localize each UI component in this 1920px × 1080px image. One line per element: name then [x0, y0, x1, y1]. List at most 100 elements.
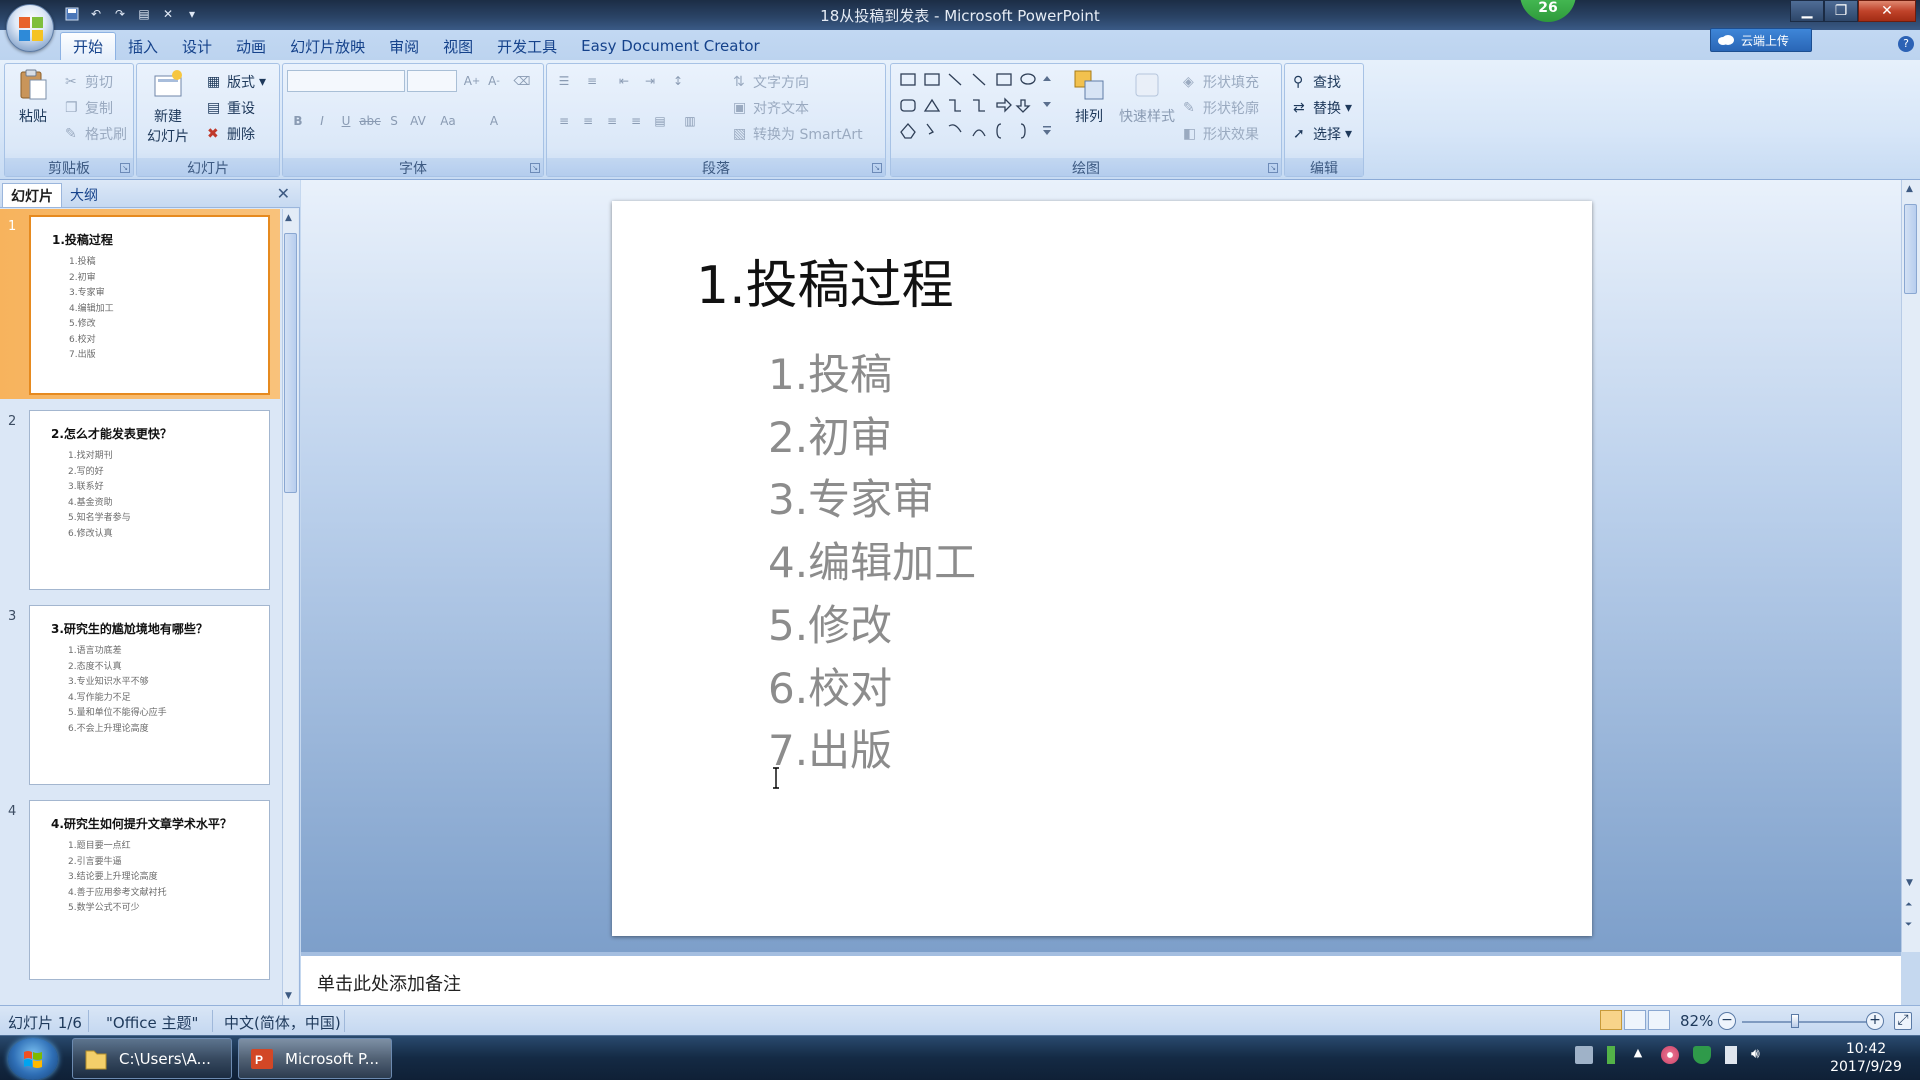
font-color-icon[interactable]: A [483, 110, 505, 132]
shapes-gallery[interactable] [897, 68, 1057, 142]
numbering-icon[interactable]: ≡ [581, 70, 603, 92]
next-slide-icon[interactable]: ⏷ [1905, 920, 1912, 930]
keyboard-icon[interactable] [1575, 1046, 1593, 1064]
smartart-button[interactable]: ▧ 转换为 SmartArt [733, 124, 863, 144]
strikethrough-icon[interactable]: abc [359, 110, 381, 132]
taskbar-clock[interactable]: 10:42 2017/9/29 [1818, 1040, 1914, 1076]
tab-insert[interactable]: 插入 [116, 32, 170, 60]
shadow-icon[interactable]: S [383, 110, 405, 132]
start-button[interactable] [8, 1038, 58, 1080]
align-left-icon[interactable]: ≡ [553, 110, 575, 132]
justify-icon[interactable]: ≡ [625, 110, 647, 132]
power-icon[interactable] [1725, 1046, 1737, 1064]
shrink-font-icon[interactable]: A- [483, 70, 505, 92]
tab-view[interactable]: 视图 [431, 32, 485, 60]
clipboard-launcher-icon[interactable]: ↘ [120, 163, 130, 173]
language-indicator[interactable]: 中文(简体，中国) [224, 1012, 341, 1033]
slide-thumbnail-3[interactable]: 3 3.研究生的尴尬境地有哪些？ 1.语言功底差 2.态度不认真 3.专业知识水… [0, 599, 280, 789]
font-launcher-icon[interactable]: ↘ [530, 163, 540, 173]
office-button[interactable] [6, 4, 54, 52]
slide-thumbnail-4[interactable]: 4 4.研究生如何提升文章学术水平？ 1.题目要一点红 2.引言要牛逼 3.结论… [0, 794, 280, 984]
slideshow-view-icon[interactable] [1648, 1010, 1670, 1030]
previous-slide-icon[interactable]: ⏶ [1905, 900, 1912, 910]
taskbar-powerpoint[interactable]: P Microsoft P... [238, 1038, 392, 1079]
tab-slides[interactable]: 幻灯片 [2, 183, 62, 207]
slide-thumbnail-1[interactable]: 1 1.投稿过程 1.投稿 2.初审 3.专家审 4.编辑加工 5.修改 6.校… [0, 209, 280, 399]
security-shield-icon[interactable] [1693, 1046, 1711, 1064]
notes-pane[interactable]: 单击此处添加备注 [301, 952, 1901, 1005]
fit-to-window-icon[interactable]: ⤢ [1894, 1012, 1912, 1030]
shape-outline-button[interactable]: ✎ 形状轮廓 [1183, 98, 1259, 118]
slide-title[interactable]: 1.投稿过程 [696, 243, 954, 318]
line-spacing-icon[interactable]: ↕ [667, 70, 689, 92]
bold-icon[interactable]: B [287, 110, 309, 132]
show-hidden-icons-icon[interactable]: ▲ [1629, 1046, 1647, 1064]
slide-sorter-view-icon[interactable] [1624, 1010, 1646, 1030]
bullets-icon[interactable]: ☰ [553, 70, 575, 92]
zoom-slider[interactable] [1742, 1021, 1872, 1023]
help-icon[interactable]: ? [1898, 36, 1914, 52]
font-name-combo[interactable] [287, 70, 405, 92]
scroll-down-icon[interactable]: ▼ [285, 991, 292, 1001]
align-text-button[interactable]: ▣ 对齐文本 [733, 98, 809, 118]
underline-icon[interactable]: U [335, 110, 357, 132]
slide-scrollbar[interactable]: ▲ ▼ ⏶ ⏷ [1901, 180, 1920, 952]
tab-review[interactable]: 审阅 [377, 32, 431, 60]
select-button[interactable]: ➚ 选择 ▾ [1293, 124, 1352, 144]
scroll-thumb[interactable] [284, 233, 297, 493]
char-spacing-icon[interactable]: AV [407, 110, 429, 132]
decrease-indent-icon[interactable]: ⇤ [613, 70, 635, 92]
scroll-up-icon[interactable]: ▲ [1906, 184, 1913, 194]
arrange-button[interactable]: 排列 [1069, 68, 1109, 126]
paragraph-launcher-icon[interactable]: ↘ [872, 163, 882, 173]
quick-styles-button[interactable]: 快速样式 [1115, 68, 1179, 126]
align-center-icon[interactable]: ≡ [577, 110, 599, 132]
text-direction-button[interactable]: ⇅ 文字方向 [733, 72, 809, 92]
delete-slide-button[interactable]: ✖ 删除 [207, 124, 255, 144]
slide-canvas[interactable]: 1.投稿过程 1.投稿 2.初审 3.专家审 4.编辑加工 5.修改 6.校对 … [612, 201, 1592, 936]
scroll-down-icon[interactable]: ▼ [1906, 878, 1913, 888]
replace-button[interactable]: ⇄ 替换 ▾ [1293, 98, 1352, 118]
minimize-button[interactable]: ▁ [1790, 0, 1824, 22]
maximize-button[interactable]: ❐ [1824, 0, 1858, 22]
reset-button[interactable]: ▤ 重设 [207, 98, 255, 118]
columns-icon[interactable]: ▥ [679, 110, 701, 132]
taskbar-explorer[interactable]: C:\Users\A... [72, 1038, 232, 1079]
flower-app-icon[interactable] [1661, 1046, 1679, 1064]
cloud-upload-button[interactable]: 云端上传 [1710, 28, 1812, 52]
zoom-level[interactable]: 82% [1680, 1012, 1713, 1030]
slide-thumbnail-2[interactable]: 2 2.怎么才能发表更快？ 1.找对期刊 2.写的好 3.联系好 4.基金资助 … [0, 404, 280, 594]
shape-fill-button[interactable]: ◈ 形状填充 [1183, 72, 1259, 92]
zoom-slider-knob[interactable] [1791, 1014, 1800, 1028]
distributed-icon[interactable]: ▤ [649, 110, 671, 132]
format-painter-button[interactable]: ✎ 格式刷 [65, 124, 127, 144]
grow-font-icon[interactable]: A + [461, 70, 483, 92]
tab-slideshow[interactable]: 幻灯片放映 [278, 32, 377, 60]
drawing-launcher-icon[interactable]: ↘ [1268, 163, 1278, 173]
clear-format-icon[interactable]: ⌫ [511, 70, 533, 92]
thumbnail-scrollbar[interactable]: ▲ ▼ [282, 209, 298, 1005]
italic-icon[interactable]: I [311, 110, 333, 132]
layout-button[interactable]: ▦ 版式 ▾ [207, 72, 266, 92]
tab-developer[interactable]: 开发工具 [485, 32, 569, 60]
cut-button[interactable]: ✂ 剪切 [65, 72, 113, 92]
notes-placeholder[interactable]: 单击此处添加备注 [317, 970, 461, 996]
find-button[interactable]: ⚲ 查找 [1293, 72, 1341, 92]
shape-effects-button[interactable]: ◧ 形状效果 [1183, 124, 1259, 144]
paste-button[interactable]: 粘贴 [11, 68, 55, 126]
slide-content-list[interactable]: 1.投稿 2.初审 3.专家审 4.编辑加工 5.修改 6.校对 7.出版 [768, 344, 976, 783]
tab-home[interactable]: 开始 [60, 32, 117, 60]
zoom-in-icon[interactable]: + [1866, 1012, 1884, 1030]
new-slide-button[interactable]: 新建 幻灯片 [143, 68, 193, 146]
tab-easy-document-creator[interactable]: Easy Document Creator [569, 32, 772, 60]
normal-view-icon[interactable] [1600, 1010, 1622, 1030]
theme-name[interactable]: "Office 主题" [106, 1012, 198, 1033]
scroll-up-icon[interactable]: ▲ [285, 213, 292, 223]
close-pane-icon[interactable]: ✕ [277, 184, 290, 203]
zoom-out-icon[interactable]: − [1718, 1012, 1736, 1030]
close-button[interactable]: ✕ [1858, 0, 1916, 22]
align-right-icon[interactable]: ≡ [601, 110, 623, 132]
font-size-combo[interactable] [407, 70, 457, 92]
tab-animations[interactable]: 动画 [224, 32, 278, 60]
increase-indent-icon[interactable]: ⇥ [639, 70, 661, 92]
